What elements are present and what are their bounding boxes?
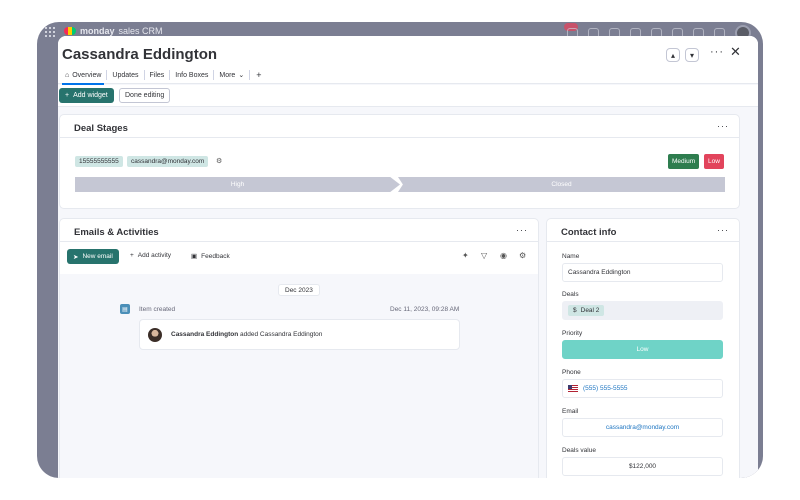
stage-high[interactable]: High: [75, 177, 400, 192]
contact-info-card: Contact info ··· Name Cassandra Eddingto…: [546, 218, 740, 478]
deals-value-label: Deals value: [562, 447, 596, 454]
brand-product: sales CRM: [118, 26, 163, 36]
item-created-icon: ▤: [120, 304, 130, 314]
tab-label: Info Boxes: [175, 71, 209, 79]
tab-overview[interactable]: ⌂ Overview: [60, 69, 106, 85]
email-field[interactable]: cassandra@monday.com: [562, 418, 723, 437]
page-title[interactable]: Cassandra Eddington: [62, 46, 217, 63]
item-header: Cassandra Eddington ▴ ▾ ··· ✕ ⌂ Overview…: [58, 36, 758, 85]
add-activity-label: Add activity: [137, 252, 172, 259]
priority-field[interactable]: Low: [562, 340, 723, 359]
timeline-text: Cassandra Eddington added Cassandra Eddi…: [171, 331, 322, 338]
tab-label: Updates: [112, 71, 139, 79]
tab-label: More: [219, 71, 236, 79]
done-editing-button[interactable]: Done editing: [119, 88, 171, 103]
more-options-icon[interactable]: ···: [516, 225, 528, 235]
avatar: [148, 328, 162, 342]
email-label: Email: [562, 408, 579, 415]
app-window: monday sales CRM Cassandra Eddington ▴ ▾…: [37, 22, 763, 478]
us-flag-icon: [568, 385, 578, 392]
more-options-icon[interactable]: ···: [717, 225, 729, 235]
contact-info-title: Contact info: [561, 227, 617, 238]
activities-toolbar: ➤ New email + Add activity ▣ Feedback ✦ …: [60, 241, 538, 273]
new-email-button[interactable]: ➤ New email: [67, 249, 119, 264]
emails-activities-title: Emails & Activities: [74, 227, 159, 238]
tab-divider: [249, 70, 251, 80]
email-chip[interactable]: cassandra@monday.com: [127, 156, 209, 167]
deal-chip-label: Deal 2: [580, 307, 600, 314]
home-icon: ⌂: [65, 71, 70, 79]
brand[interactable]: monday sales CRM: [64, 26, 163, 36]
timeline-actor[interactable]: Cassandra Eddington: [171, 331, 238, 338]
timeline-label: Item created: [139, 306, 176, 313]
tab-label: Files: [149, 71, 165, 79]
card-divider: [60, 137, 739, 138]
priority-low-button[interactable]: Low: [704, 154, 724, 169]
timeline-action: added Cassandra Eddington: [240, 331, 323, 338]
more-options-icon[interactable]: ···: [717, 121, 729, 131]
tab-updates[interactable]: Updates: [107, 69, 143, 81]
feedback-label: Feedback: [201, 252, 230, 260]
activity-feed: Dec 2023 ▤ Item created Dec 11, 2023, 09…: [60, 274, 538, 478]
sparkle-icon[interactable]: ✦: [462, 251, 469, 260]
deal-stages-title: Deal Stages: [74, 123, 128, 134]
brand-name: monday: [80, 26, 115, 36]
feedback-icon: ▣: [191, 253, 198, 260]
feedback-button[interactable]: ▣ Feedback: [191, 252, 230, 261]
phone-chip[interactable]: 15555555555: [75, 156, 123, 167]
tab-files[interactable]: Files: [145, 69, 170, 81]
apps-grid-icon[interactable]: [45, 27, 55, 37]
deal-stages-card: Deal Stages ··· 15555555555 cassandra@mo…: [59, 114, 740, 209]
tab-info-boxes[interactable]: Info Boxes: [170, 69, 213, 81]
name-label: Name: [562, 253, 580, 260]
priority-medium-button[interactable]: Medium: [668, 154, 700, 169]
dollar-icon: $: [573, 307, 577, 314]
settings-icon[interactable]: ⚙: [216, 157, 222, 165]
plus-icon: +: [65, 92, 70, 99]
view-icon[interactable]: ◉: [500, 251, 507, 260]
close-icon[interactable]: ✕: [730, 44, 741, 60]
emails-activities-card: Emails & Activities ··· ➤ New email + Ad…: [59, 218, 539, 478]
chevron-down-icon[interactable]: ▾: [685, 48, 699, 62]
new-email-label: New email: [82, 253, 113, 260]
name-field[interactable]: Cassandra Eddington: [562, 263, 723, 282]
deals-label: Deals: [562, 291, 579, 298]
add-widget-button[interactable]: + Add widget: [59, 88, 114, 103]
deal-stage-bar: High Closed: [75, 177, 725, 192]
phone-value[interactable]: (555) 555-5555: [583, 385, 627, 392]
add-tab-button[interactable]: +: [256, 70, 261, 80]
more-options-icon[interactable]: ···: [710, 46, 724, 58]
timeline-entry[interactable]: Cassandra Eddington added Cassandra Eddi…: [139, 319, 460, 350]
settings-icon[interactable]: ⚙: [519, 251, 526, 260]
add-widget-label: Add widget: [73, 92, 108, 99]
chevron-up-icon[interactable]: ▴: [666, 48, 680, 62]
filter-icon[interactable]: ▽: [481, 251, 487, 260]
item-panel: Cassandra Eddington ▴ ▾ ··· ✕ ⌂ Overview…: [58, 36, 758, 478]
deals-value-field[interactable]: $122,000: [562, 457, 723, 476]
stage-closed[interactable]: Closed: [398, 177, 725, 192]
widget-toolbar: + Add widget Done editing: [58, 85, 758, 107]
timeline-date: Dec 11, 2023, 09:28 AM: [390, 306, 460, 313]
date-group-pill: Dec 2023: [278, 284, 320, 296]
add-activity-button[interactable]: + Add activity: [130, 252, 171, 259]
deal-chip[interactable]: $ Deal 2: [568, 305, 605, 316]
plus-icon: +: [130, 252, 134, 259]
tab-bar: ⌂ Overview Updates Files Info Boxes More…: [60, 69, 261, 85]
tab-label: Overview: [72, 71, 102, 79]
monday-logo-icon: [64, 27, 76, 35]
chevron-down-icon: ⌄: [238, 72, 245, 79]
card-divider: [547, 241, 739, 242]
phone-label: Phone: [562, 369, 581, 376]
send-icon: ➤: [73, 253, 79, 261]
phone-field[interactable]: (555) 555-5555: [562, 379, 723, 398]
tab-more[interactable]: More ⌄: [214, 69, 249, 81]
deals-field[interactable]: $ Deal 2: [562, 301, 723, 320]
priority-label: Priority: [562, 330, 583, 337]
